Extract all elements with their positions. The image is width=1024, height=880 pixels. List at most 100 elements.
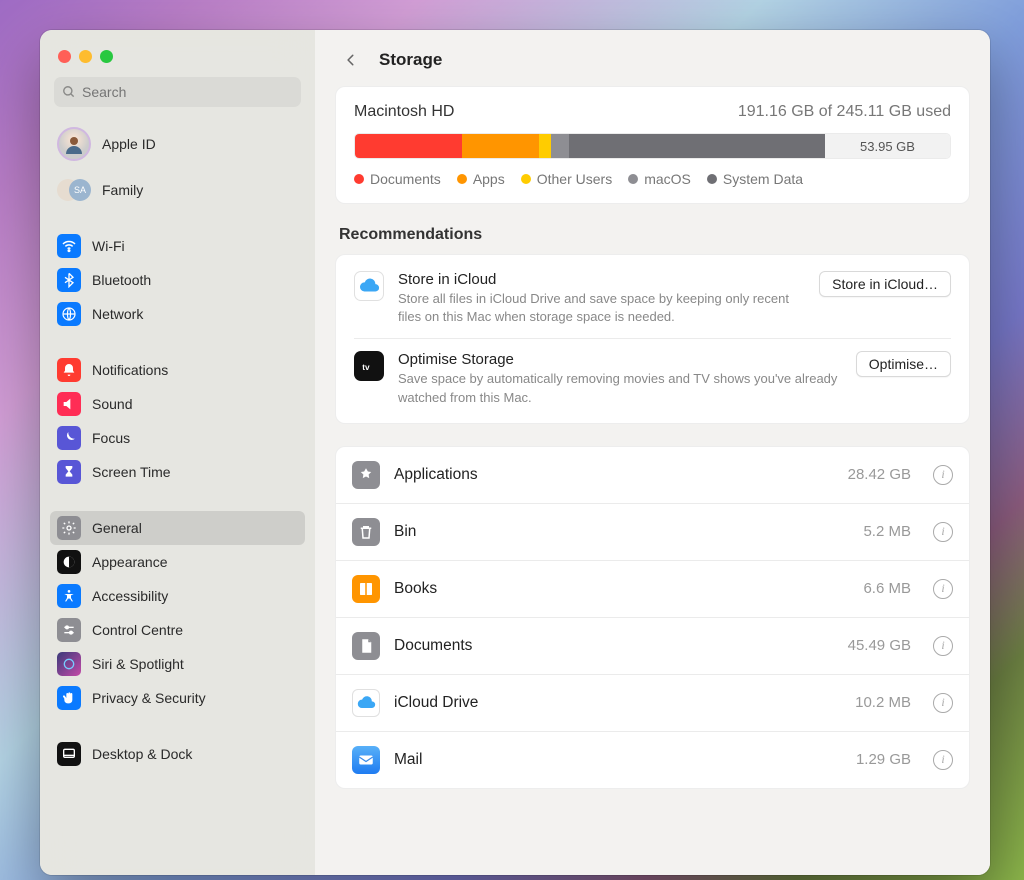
sidebar-item-general[interactable]: General (50, 511, 305, 545)
system-settings-window: Apple ID SA Family Wi-Fi (40, 30, 990, 875)
legend-dot-icon (521, 174, 531, 184)
dock-icon (57, 742, 81, 766)
drive-name: Macintosh HD (354, 103, 454, 121)
sidebar-item-siri-spotlight[interactable]: Siri & Spotlight (50, 647, 305, 681)
sidebar-item-label: Privacy & Security (92, 690, 206, 706)
sidebar-item-label: Focus (92, 430, 130, 446)
svg-text:tv: tv (362, 363, 370, 372)
storage-segment (569, 134, 825, 158)
sidebar-item-accessibility[interactable]: Accessibility (50, 579, 305, 613)
sidebar-item-label: Family (102, 182, 143, 198)
legend-label: macOS (644, 171, 691, 187)
gear-icon (57, 516, 81, 540)
recommendations-card: Store in iCloud Store all files in iClou… (335, 254, 970, 424)
category-label: Books (394, 580, 849, 598)
sidebar-item-label: Sound (92, 396, 132, 412)
sidebar-item-label: Desktop & Dock (92, 746, 192, 762)
sidebar-item-family[interactable]: SA Family (50, 173, 305, 207)
category-label: Mail (394, 751, 842, 769)
optimise-button[interactable]: Optimise… (856, 351, 951, 377)
sidebar-item-label: General (92, 520, 142, 536)
category-icon (352, 461, 380, 489)
storage-segment (551, 134, 569, 158)
category-size: 45.49 GB (848, 637, 911, 654)
legend-label: System Data (723, 171, 803, 187)
sidebar-item-label: Notifications (92, 362, 168, 378)
sidebar-item-control-centre[interactable]: Control Centre (50, 613, 305, 647)
sidebar-item-wifi[interactable]: Wi-Fi (50, 229, 305, 263)
category-icon (352, 689, 380, 717)
close-window-button[interactable] (58, 50, 71, 63)
category-row[interactable]: iCloud Drive 10.2 MB i (336, 675, 969, 732)
info-icon[interactable]: i (933, 750, 953, 770)
sidebar-item-focus[interactable]: Focus (50, 421, 305, 455)
sidebar-item-label: Apple ID (102, 136, 156, 152)
category-size: 10.2 MB (855, 694, 911, 711)
sidebar-item-label: Accessibility (92, 588, 168, 604)
sidebar-item-bluetooth[interactable]: Bluetooth (50, 263, 305, 297)
window-controls (40, 42, 315, 77)
category-row[interactable]: Books6.6 MBi (336, 561, 969, 618)
rec-title: Optimise Storage (398, 351, 842, 368)
storage-segment (539, 134, 551, 158)
header: Storage (315, 30, 990, 86)
legend-dot-icon (707, 174, 717, 184)
siri-icon (57, 652, 81, 676)
category-icon (352, 518, 380, 546)
category-icon (352, 632, 380, 660)
sidebar-item-screen-time[interactable]: Screen Time (50, 455, 305, 489)
network-icon (57, 302, 81, 326)
zoom-window-button[interactable] (100, 50, 113, 63)
storage-segment (462, 134, 539, 158)
sidebar-item-label: Appearance (92, 554, 168, 570)
sidebar-item-label: Control Centre (92, 622, 183, 638)
category-label: iCloud Drive (394, 694, 841, 712)
rec-title: Store in iCloud (398, 271, 805, 288)
sidebar-item-appearance[interactable]: Appearance (50, 545, 305, 579)
info-icon[interactable]: i (933, 693, 953, 713)
search-input[interactable] (82, 84, 293, 100)
info-icon[interactable]: i (933, 579, 953, 599)
rec-desc: Store all files in iCloud Drive and save… (398, 290, 805, 326)
sidebar-item-network[interactable]: Network (50, 297, 305, 331)
desktop-wallpaper: Apple ID SA Family Wi-Fi (0, 0, 1024, 880)
category-label: Applications (394, 466, 834, 484)
search-field[interactable] (54, 77, 301, 107)
legend-dot-icon (354, 174, 364, 184)
category-row[interactable]: Documents 45.49 GB i (336, 618, 969, 675)
sidebar-item-label: Wi-Fi (92, 238, 125, 254)
sidebar-item-sound[interactable]: Sound (50, 387, 305, 421)
sliders-icon (57, 618, 81, 642)
category-size: 28.42 GB (848, 466, 911, 483)
info-icon[interactable]: i (933, 636, 953, 656)
legend-dot-icon (628, 174, 638, 184)
sidebar-item-label: Bluetooth (92, 272, 151, 288)
back-button[interactable] (337, 46, 365, 74)
category-label: Documents (394, 637, 834, 655)
category-label: Bin (394, 523, 849, 541)
sidebar-item-label: Siri & Spotlight (92, 656, 184, 672)
category-row[interactable]: Mail 1.29 GB i (336, 732, 969, 788)
recommendations-heading: Recommendations (339, 226, 970, 244)
legend-item: Other Users (521, 171, 612, 187)
sidebar-item-label: Network (92, 306, 143, 322)
category-size: 1.29 GB (856, 751, 911, 768)
moon-icon (57, 426, 81, 450)
store-in-icloud-button[interactable]: Store in iCloud… (819, 271, 951, 297)
storage-segment (355, 134, 462, 158)
legend-dot-icon (457, 174, 467, 184)
minimize-window-button[interactable] (79, 50, 92, 63)
sidebar-item-desktop-dock[interactable]: Desktop & Dock (50, 737, 305, 771)
drive-card: Macintosh HD 191.16 GB of 245.11 GB used… (335, 86, 970, 204)
sound-icon (57, 392, 81, 416)
info-icon[interactable]: i (933, 522, 953, 542)
category-row[interactable]: Applications 28.42 GB i (336, 447, 969, 504)
recommendation-store-icloud: Store in iCloud Store all files in iClou… (354, 259, 951, 338)
sidebar-item-apple-id[interactable]: Apple ID (50, 121, 305, 173)
legend-label: Documents (370, 171, 441, 187)
legend-item: Documents (354, 171, 441, 187)
sidebar-item-privacy-security[interactable]: Privacy & Security (50, 681, 305, 715)
info-icon[interactable]: i (933, 465, 953, 485)
category-row[interactable]: Bin5.2 MBi (336, 504, 969, 561)
sidebar-item-notifications[interactable]: Notifications (50, 353, 305, 387)
